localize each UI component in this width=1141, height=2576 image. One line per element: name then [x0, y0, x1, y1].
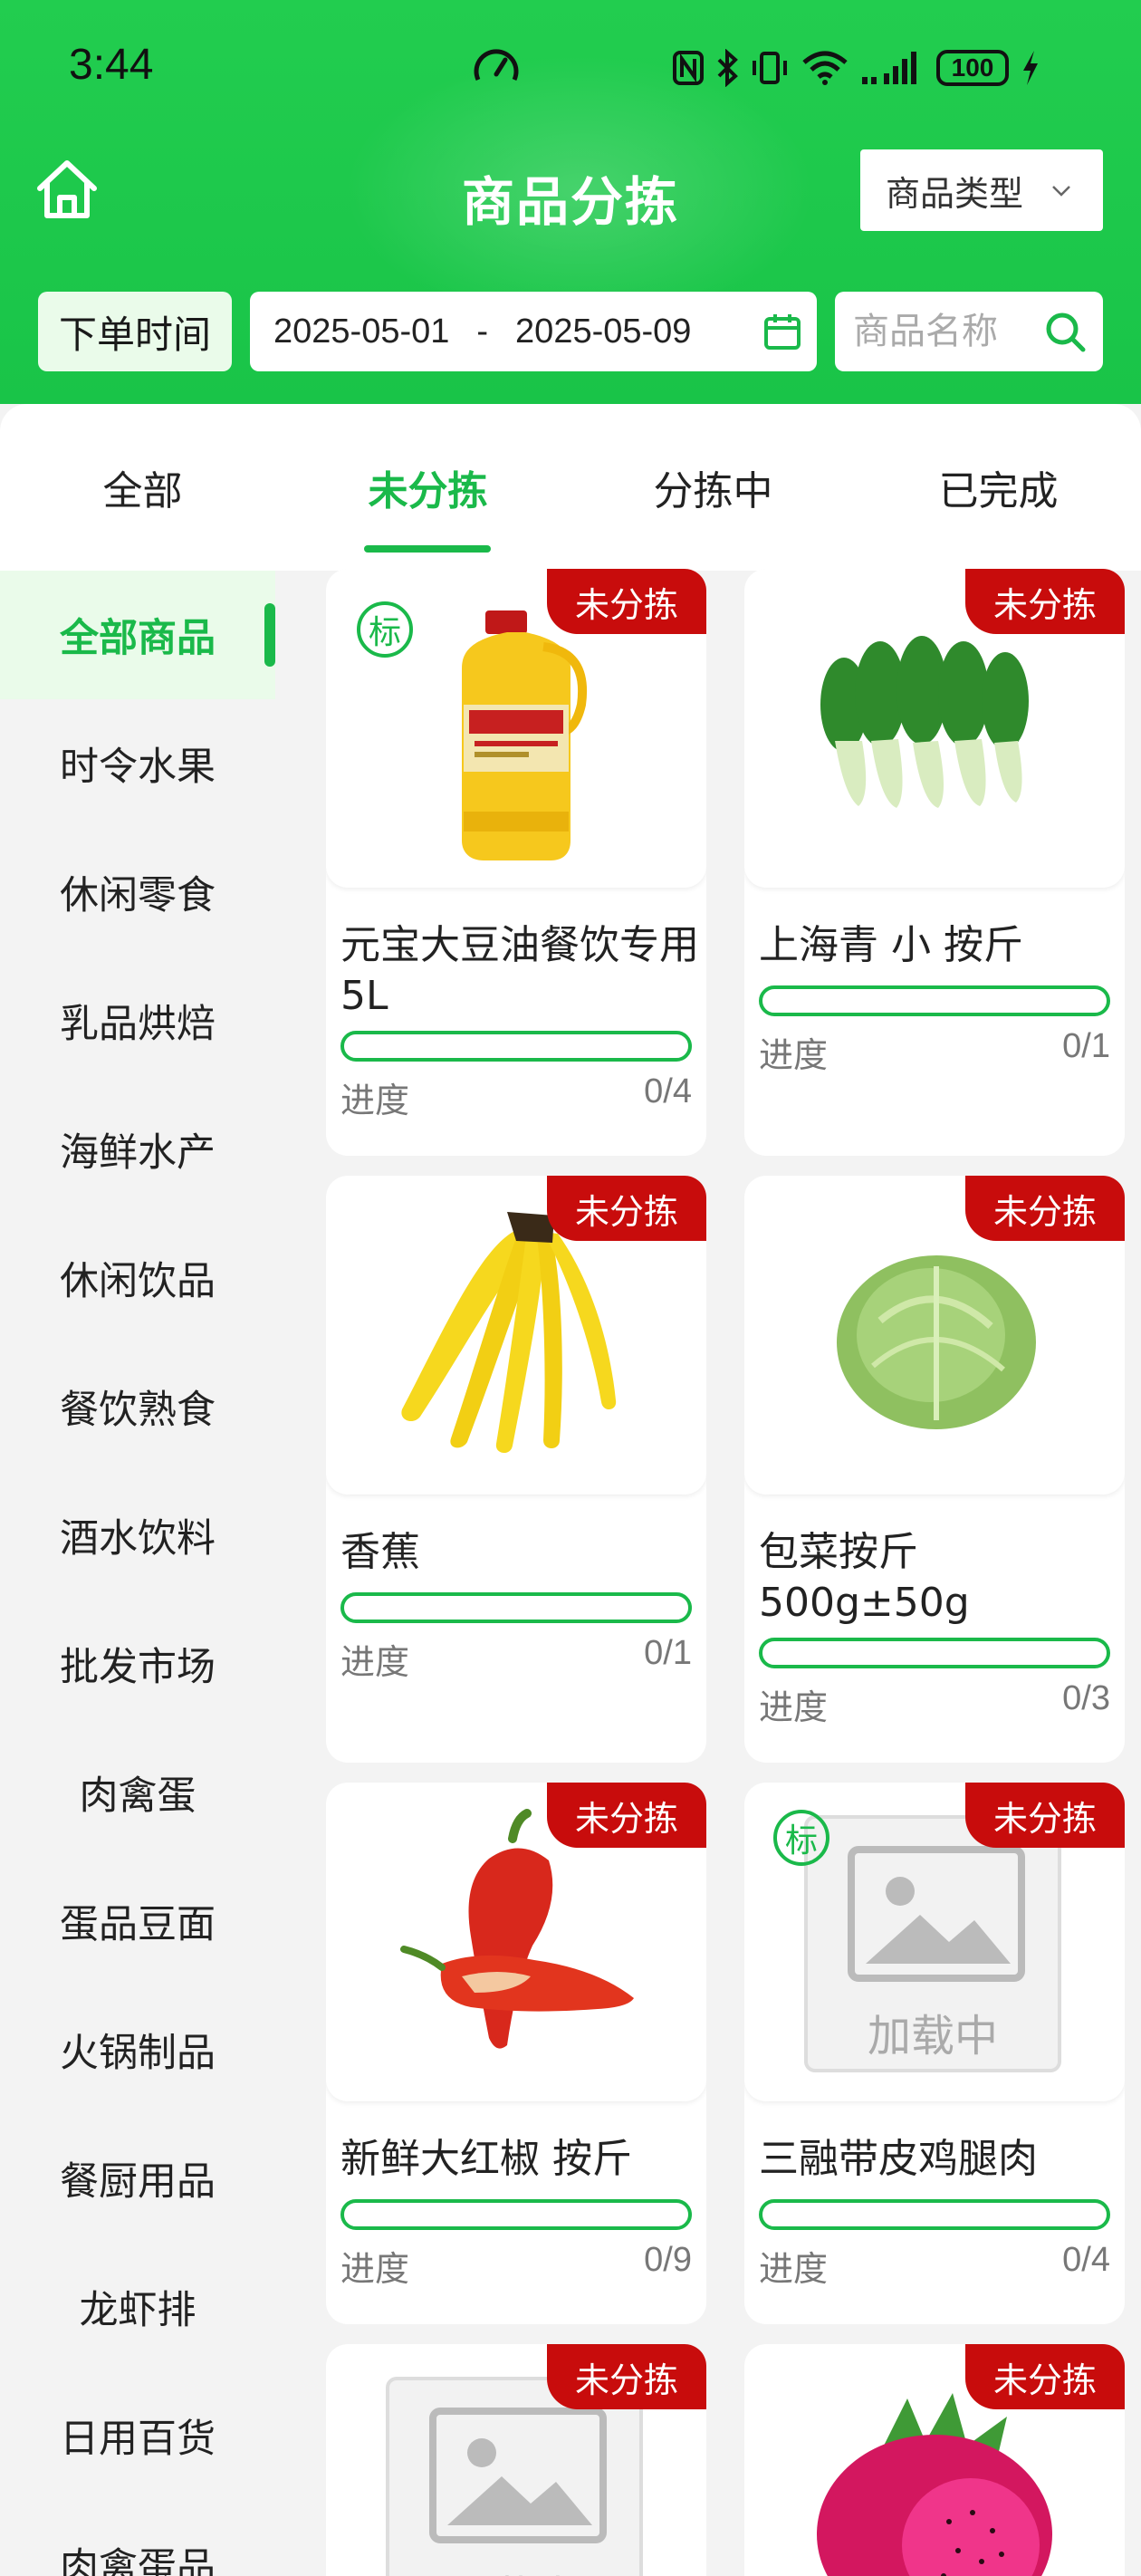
- status-badge: 未分拣: [547, 1783, 706, 1848]
- status-badge: 未分拣: [965, 2344, 1125, 2409]
- product-name: 包菜按斤500g±50g: [759, 1529, 970, 1626]
- product-type-label: 商品类型: [886, 173, 1024, 214]
- vibrate-icon: [753, 52, 787, 84]
- charging-icon: [1023, 51, 1038, 85]
- search-icon[interactable]: [1043, 310, 1087, 353]
- category-sidebar: 全部商品 时令水果 休闲零食 乳品烘焙 海鲜水产 休闲饮品 餐饮熟食 酒水饮料 …: [0, 571, 275, 2576]
- progress-value: 0/1: [644, 1634, 692, 1672]
- calendar-icon[interactable]: [762, 312, 802, 351]
- standard-mark: 标: [773, 1810, 829, 1866]
- bluetooth-icon: [717, 49, 738, 87]
- product-card[interactable]: 加载中 未分拣: [326, 2344, 706, 2576]
- loading-text: 加载中: [867, 2011, 998, 2062]
- progress-value: 0/4: [644, 1072, 692, 1110]
- order-time-button[interactable]: 下单时间: [38, 292, 232, 371]
- sidebar-item-lobster[interactable]: 龙虾排: [0, 2243, 275, 2371]
- status-icons: 100: [672, 45, 1041, 91]
- signal-icon: [862, 52, 916, 84]
- loading-text: 加载中: [389, 2562, 639, 2576]
- status-tabs: 全部 未分拣 分拣中 已完成: [0, 404, 1141, 571]
- chevron-down-icon: [1052, 186, 1070, 197]
- date-separator: -: [476, 312, 489, 351]
- sidebar-item-deli[interactable]: 餐饮熟食: [0, 1342, 275, 1471]
- sidebar-item-meat-egg-products[interactable]: 肉禽蛋品: [0, 2500, 275, 2576]
- status-bar: 3:44 100: [0, 0, 1141, 136]
- status-badge: 未分拣: [547, 1176, 706, 1241]
- status-time: 3:44: [69, 41, 154, 89]
- product-card[interactable]: 未分拣: [744, 2344, 1125, 2576]
- sidebar-item-daily-goods[interactable]: 日用百货: [0, 2371, 275, 2500]
- progress-value: 0/1: [1062, 1027, 1110, 1065]
- product-card[interactable]: 标 未分拣 元宝大豆油餐饮专用5L 进度 0/4: [326, 569, 706, 1156]
- speed-indicator-icon: [474, 49, 519, 82]
- progress-bar: [759, 1638, 1110, 1668]
- progress-bar: [340, 2199, 692, 2230]
- sidebar-item-beverages[interactable]: 酒水饮料: [0, 1471, 275, 1600]
- sidebar-item-eggs-tofu[interactable]: 蛋品豆面: [0, 1857, 275, 1985]
- status-badge: 未分拣: [965, 1176, 1125, 1241]
- sidebar-item-seafood[interactable]: 海鲜水产: [0, 1085, 275, 1214]
- tab-completed[interactable]: 已完成: [856, 404, 1141, 571]
- sidebar-item-meat-eggs[interactable]: 肉禽蛋: [0, 1728, 275, 1857]
- product-name: 香蕉: [340, 1529, 420, 1575]
- product-card[interactable]: 未分拣 上海青 小 按斤 进度 0/1: [744, 569, 1125, 1156]
- sidebar-item-hotpot[interactable]: 火锅制品: [0, 1985, 275, 2114]
- product-name: 三融带皮鸡腿肉: [759, 2136, 1038, 2182]
- sidebar-item-all-products[interactable]: 全部商品: [0, 571, 275, 699]
- sidebar-item-dairy-bakery[interactable]: 乳品烘焙: [0, 956, 275, 1085]
- status-badge: 未分拣: [965, 569, 1125, 634]
- nfc-icon: [673, 51, 704, 85]
- page-title: 商品分拣: [461, 171, 679, 233]
- image-placeholder-icon: [429, 2408, 607, 2543]
- product-card[interactable]: 未分拣 包菜按斤500g±50g 进度 0/3: [744, 1176, 1125, 1763]
- tab-sorting[interactable]: 分拣中: [570, 404, 856, 571]
- date-end[interactable]: 2025-05-09: [515, 312, 691, 351]
- home-icon[interactable]: [33, 156, 101, 225]
- progress-label: 进度: [759, 1687, 829, 1727]
- sidebar-item-wholesale[interactable]: 批发市场: [0, 1600, 275, 1728]
- image-placeholder-icon: [848, 1846, 1025, 1982]
- progress-value: 0/4: [1062, 2241, 1110, 2279]
- date-start[interactable]: 2025-05-01: [273, 312, 449, 351]
- sidebar-item-drinks[interactable]: 休闲饮品: [0, 1214, 275, 1342]
- product-type-select[interactable]: 商品类型: [860, 149, 1103, 231]
- standard-mark: 标: [357, 601, 413, 658]
- filter-row: 下单时间 2025-05-01 - 2025-05-09: [0, 292, 1141, 371]
- sidebar-item-seasonal-fruit[interactable]: 时令水果: [0, 699, 275, 828]
- progress-bar: [759, 2199, 1110, 2230]
- product-card[interactable]: 加载中 标 未分拣 三融带皮鸡腿肉 进度 0/4: [744, 1783, 1125, 2324]
- search-input[interactable]: [853, 311, 1034, 352]
- product-name: 上海青 小 按斤: [759, 922, 1023, 968]
- product-card[interactable]: 未分拣 新鲜大红椒 按斤 进度 0/9: [326, 1783, 706, 2324]
- status-badge: 未分拣: [547, 569, 706, 634]
- search-box[interactable]: [835, 292, 1103, 371]
- product-name: 新鲜大红椒 按斤: [340, 2136, 632, 2182]
- date-range-picker[interactable]: 2025-05-01 - 2025-05-09: [250, 292, 817, 371]
- progress-value: 0/3: [1062, 1679, 1110, 1717]
- progress-label: 进度: [340, 2249, 410, 2289]
- product-grid: 标 未分拣 元宝大豆油餐饮专用5L 进度 0/4 未分拣 上海青 小 按斤 进度…: [324, 569, 1125, 2576]
- loading-placeholder: 加载中: [804, 1815, 1061, 2072]
- header: 3:44 100 商品分拣 商品类型 下单时间 2025-05-01 - 202…: [0, 0, 1141, 404]
- progress-bar: [759, 985, 1110, 1016]
- sidebar-item-kitchenware[interactable]: 餐厨用品: [0, 2114, 275, 2243]
- product-name: 元宝大豆油餐饮专用5L: [340, 922, 699, 1019]
- battery-indicator: 100: [936, 50, 1009, 86]
- wifi-icon: [802, 51, 848, 85]
- progress-value: 0/9: [644, 2241, 692, 2279]
- status-badge: 未分拣: [965, 1783, 1125, 1848]
- tab-all[interactable]: 全部: [0, 404, 285, 571]
- progress-label: 进度: [340, 1642, 410, 1682]
- product-card[interactable]: 未分拣 香蕉 进度 0/1: [326, 1176, 706, 1763]
- progress-bar: [340, 1031, 692, 1062]
- progress-bar: [340, 1592, 692, 1623]
- status-badge: 未分拣: [547, 2344, 706, 2409]
- progress-label: 进度: [759, 2249, 829, 2289]
- progress-label: 进度: [759, 1035, 829, 1075]
- tab-unsorted[interactable]: 未分拣: [285, 404, 570, 571]
- sidebar-item-snacks[interactable]: 休闲零食: [0, 828, 275, 956]
- progress-label: 进度: [340, 1081, 410, 1120]
